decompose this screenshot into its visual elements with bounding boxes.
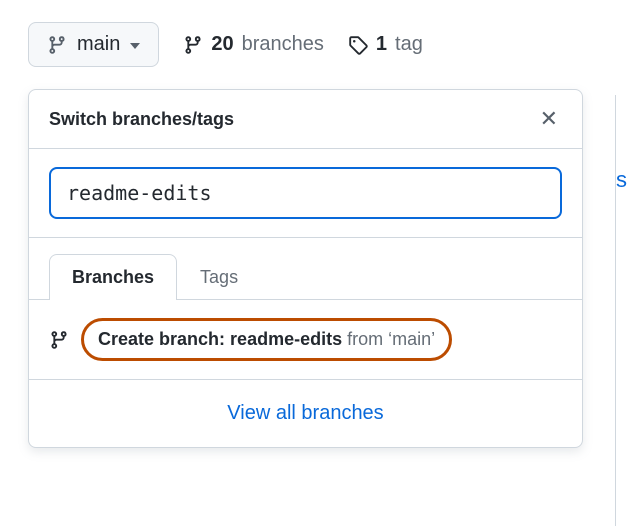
filter-container <box>29 149 582 238</box>
tags-word: tag <box>395 33 423 56</box>
tab-tags-label: Tags <box>200 267 238 287</box>
branches-word: branches <box>242 33 324 56</box>
tags-link[interactable]: 1 tag <box>348 33 423 56</box>
popover-title: Switch branches/tags <box>49 109 234 130</box>
tag-icon <box>348 35 368 55</box>
create-branch-row[interactable]: Create branch: readme-edits from ‘main’ <box>29 300 582 380</box>
branch-filter-input[interactable] <box>49 167 562 219</box>
popover-header: Switch branches/tags ✕ <box>29 90 582 149</box>
create-prefix: Create branch: <box>98 329 230 349</box>
create-branch-highlight: Create branch: readme-edits from ‘main’ <box>81 318 452 361</box>
close-icon: ✕ <box>540 106 558 131</box>
view-all-branches-link[interactable]: View all branches <box>227 402 383 424</box>
tabs: Branches Tags <box>29 248 582 300</box>
git-branch-icon <box>183 35 203 55</box>
tab-branches[interactable]: Branches <box>49 254 177 300</box>
create-branch-name: readme-edits <box>230 329 342 349</box>
branch-switcher-popover: Switch branches/tags ✕ Branches Tags Cre… <box>28 89 583 448</box>
create-from-label: from ‘main’ <box>342 329 435 349</box>
git-branch-icon <box>47 35 67 55</box>
close-button[interactable]: ✕ <box>536 104 562 134</box>
current-branch-label: main <box>77 33 120 56</box>
cropped-text-hint: s <box>616 167 629 193</box>
popover-footer: View all branches <box>29 380 582 447</box>
caret-down-icon <box>130 43 140 49</box>
panel-right-border <box>615 95 616 526</box>
repo-toolbar: main 20 branches 1 tag <box>28 22 602 67</box>
branches-link[interactable]: 20 branches <box>183 33 324 56</box>
git-branch-icon <box>49 330 69 350</box>
branches-count: 20 <box>211 33 233 56</box>
branch-select-button[interactable]: main <box>28 22 159 67</box>
tags-count: 1 <box>376 33 387 56</box>
tab-branches-label: Branches <box>72 267 154 287</box>
tab-tags[interactable]: Tags <box>177 254 261 300</box>
